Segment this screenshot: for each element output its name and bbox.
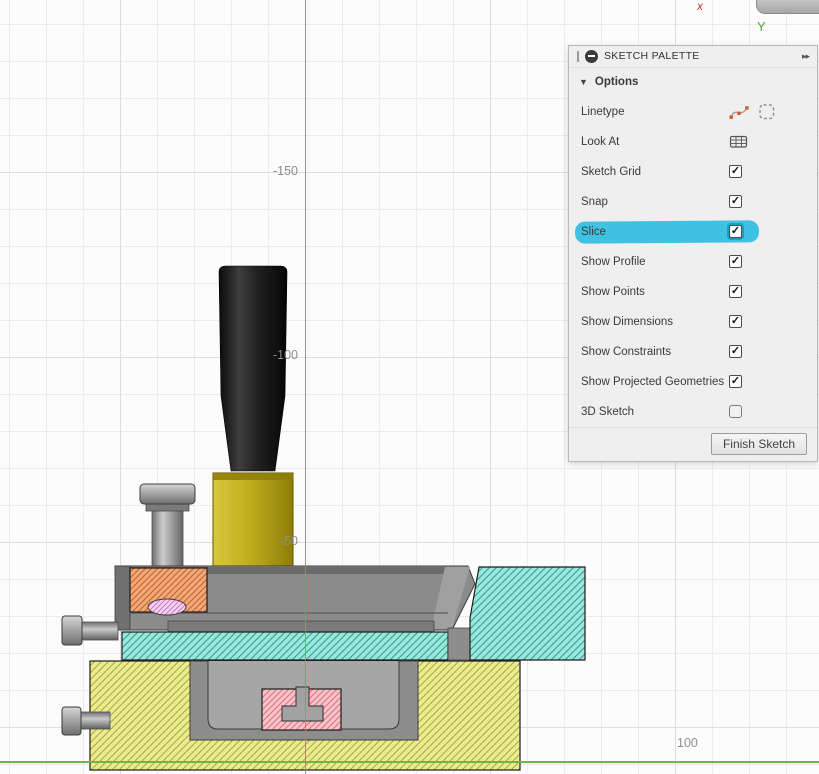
- palette-row-show-dimensions[interactable]: Show Dimensions ✓: [569, 307, 817, 337]
- model-section-pin-ellipse[interactable]: [147, 598, 187, 616]
- row-label-sketch-grid: Sketch Grid: [581, 165, 642, 178]
- checkbox-slice[interactable]: ✓: [729, 225, 742, 239]
- checkbox-show-projected-geometries[interactable]: ✓: [729, 375, 742, 389]
- origin-x-axis-label: x: [697, 0, 703, 13]
- sketch-x-axis-line: [0, 761, 819, 763]
- row-label-show-projected-geometries: Show Projected Geometries: [581, 375, 725, 388]
- model-side-screw-upper[interactable]: [61, 615, 119, 646]
- row-label-3d-sketch: 3D Sketch: [581, 405, 635, 418]
- checkbox-3d-sketch[interactable]: [729, 405, 742, 419]
- row-label-show-constraints: Show Constraints: [581, 345, 672, 358]
- palette-row-look-at[interactable]: Look At: [569, 127, 817, 157]
- sketch-palette-panel: SKETCH PALETTE ▸▸ ▼ Options Linetype Loo…: [568, 45, 818, 462]
- palette-row-show-constraints[interactable]: Show Constraints ✓: [569, 337, 817, 367]
- palette-row-sketch-grid[interactable]: Sketch Grid ✓: [569, 157, 817, 187]
- grid-label-y-50: -50: [279, 534, 298, 548]
- grid-label-y-150: -150: [272, 164, 298, 178]
- checkbox-sketch-grid[interactable]: ✓: [729, 165, 742, 179]
- viewcube-edge[interactable]: [756, 0, 819, 14]
- checkbox-show-dimensions[interactable]: ✓: [729, 315, 742, 329]
- row-label-show-dimensions: Show Dimensions: [581, 315, 674, 328]
- palette-footer: Finish Sketch: [569, 426, 817, 461]
- model-handle-base-block[interactable]: [212, 472, 294, 571]
- palette-rows: Linetype Look At Sketch Grid ✓ Snap ✓ Sl…: [569, 97, 817, 427]
- finish-sketch-button[interactable]: Finish Sketch: [710, 433, 807, 456]
- sketch-y-axis-line: [305, 0, 306, 774]
- fusion-sketch-canvas[interactable]: -150 -100 -50 100 x Y SKETCH PALETTE ▸▸ …: [0, 0, 819, 774]
- model-top-plate[interactable]: [114, 565, 476, 634]
- checkbox-show-profile[interactable]: ✓: [729, 255, 742, 269]
- checkbox-show-points[interactable]: ✓: [729, 285, 742, 299]
- row-label-linetype: Linetype: [581, 105, 625, 118]
- linetype-spline-icon[interactable]: [729, 104, 749, 120]
- options-section-label: Options: [594, 76, 639, 89]
- palette-row-slice[interactable]: Slice ✓: [569, 217, 817, 247]
- row-label-snap: Snap: [581, 195, 608, 208]
- palette-row-show-profile[interactable]: Show Profile ✓: [569, 247, 817, 277]
- model-handle-knob[interactable]: [218, 265, 288, 472]
- palette-row-linetype[interactable]: Linetype: [569, 97, 817, 127]
- palette-menu-icon[interactable]: [585, 49, 598, 63]
- palette-grip-icon[interactable]: [577, 50, 579, 62]
- checkbox-show-constraints[interactable]: ✓: [729, 345, 742, 359]
- checkbox-snap[interactable]: ✓: [729, 195, 742, 209]
- palette-row-snap[interactable]: Snap ✓: [569, 187, 817, 217]
- grid-label-y-100: -100: [272, 348, 298, 362]
- palette-row-show-projected-geometries[interactable]: Show Projected Geometries ✓: [569, 367, 817, 397]
- linetype-construction-icon[interactable]: [758, 103, 776, 121]
- row-label-look-at: Look At: [581, 135, 620, 148]
- model-clamp-screw[interactable]: [139, 483, 196, 568]
- look-at-icon[interactable]: [729, 134, 749, 150]
- options-section-header[interactable]: ▼ Options: [569, 68, 817, 97]
- chevron-down-icon[interactable]: ▼: [579, 77, 588, 87]
- palette-collapse-icon[interactable]: ▸▸: [802, 51, 810, 62]
- row-label-show-points: Show Points: [581, 285, 645, 298]
- palette-title: SKETCH PALETTE: [604, 50, 700, 63]
- origin-y-axis-label: Y: [757, 19, 766, 34]
- grid-label-x-100: 100: [677, 736, 698, 750]
- palette-row-show-points[interactable]: Show Points ✓: [569, 277, 817, 307]
- row-label-show-profile: Show Profile: [581, 255, 646, 268]
- row-label-slice: Slice: [581, 225, 606, 238]
- model-plate-flange: [447, 627, 471, 661]
- palette-row-3d-sketch[interactable]: 3D Sketch: [569, 397, 817, 427]
- sketch-palette-header[interactable]: SKETCH PALETTE ▸▸: [569, 46, 817, 68]
